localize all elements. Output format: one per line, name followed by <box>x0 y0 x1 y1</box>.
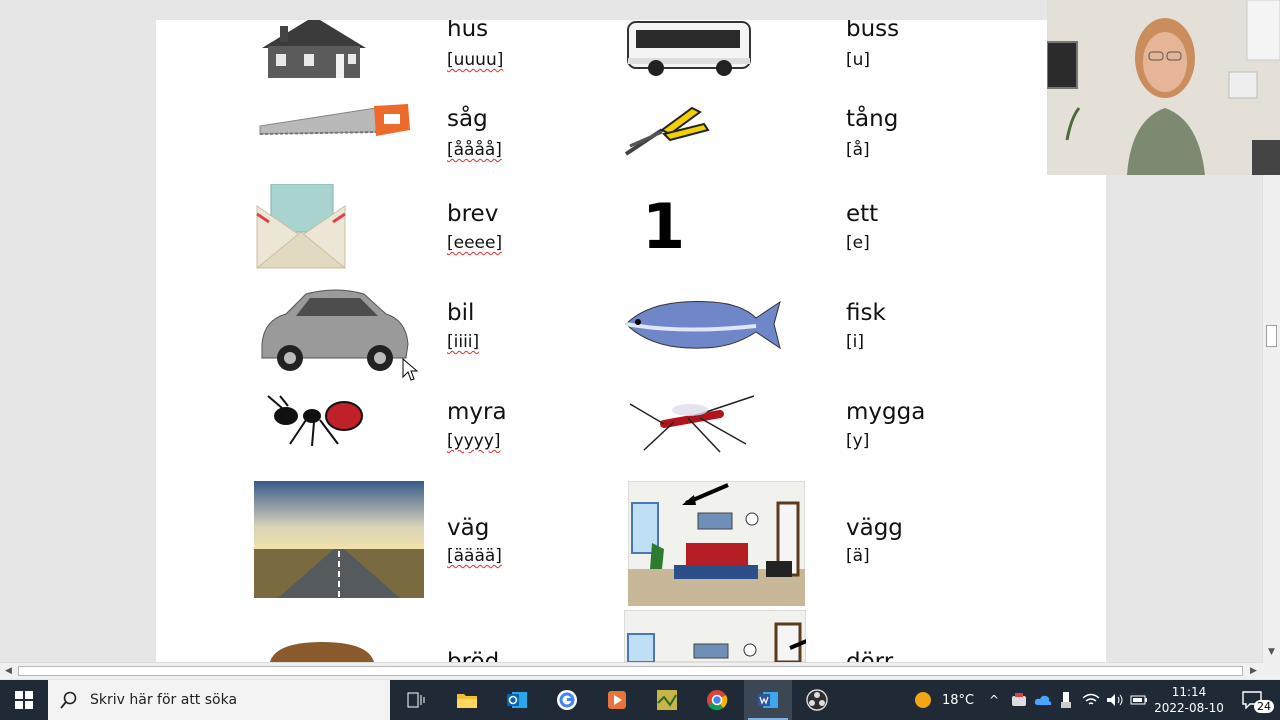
word-button[interactable] <box>744 680 792 720</box>
saw-picture <box>259 104 410 136</box>
document-page[interactable]: hus [uuuu] buss [u] såg [åååå] tång [å] … <box>156 20 1106 662</box>
vocab-word: ett <box>846 201 879 227</box>
show-hidden-icons-button[interactable]: ^ <box>986 680 1002 720</box>
file-explorer-icon <box>457 694 477 708</box>
vocab-sound: [yyyy] <box>447 431 501 451</box>
media-app-button[interactable] <box>598 680 636 720</box>
google-app-button[interactable] <box>548 680 586 720</box>
outlook-icon <box>507 692 527 708</box>
vocab-word: dörr <box>846 649 894 662</box>
letter-envelope-picture <box>255 184 347 269</box>
number-one-picture: 1 <box>642 190 686 263</box>
vocab-word: myra <box>447 399 507 425</box>
weather-button[interactable] <box>908 680 938 720</box>
vocab-word: vägg <box>846 515 903 541</box>
tray-app-icon <box>1012 693 1026 706</box>
vocab-sound: [ääää] <box>447 546 502 566</box>
car-picture <box>261 289 409 371</box>
vocab-sound: [uuuu] <box>447 50 504 70</box>
vocab-word: brev <box>447 201 499 227</box>
scroll-down-icon[interactable]: ▼ <box>1263 644 1280 661</box>
start-button[interactable] <box>0 680 48 720</box>
pliers-picture <box>624 106 710 156</box>
mosquito-picture <box>629 395 755 453</box>
speaker-icon <box>1107 694 1123 706</box>
temperature-text: 18°C <box>941 692 975 708</box>
clock[interactable]: 11:14 2022-08-10 <box>1152 680 1226 720</box>
vocab-sound: [e] <box>846 233 870 253</box>
vocab-sound: [å] <box>846 140 870 160</box>
wifi-icon <box>1082 693 1100 705</box>
mouse-cursor-icon <box>402 358 418 381</box>
scroll-right-icon[interactable]: ▶ <box>1245 663 1262 680</box>
ant-picture <box>267 395 363 447</box>
room-door-picture <box>624 610 806 662</box>
vertical-scroll-thumb[interactable] <box>1266 325 1277 347</box>
vocab-word: buss <box>846 20 900 42</box>
vocab-word: mygga <box>846 399 926 425</box>
volume-button[interactable] <box>1104 680 1126 720</box>
chrome-icon <box>707 690 728 711</box>
horizontal-scroll-thumb[interactable] <box>18 666 1243 676</box>
chrome-button[interactable] <box>698 680 736 720</box>
vocab-sound: [åååå] <box>447 140 502 160</box>
google-app-icon <box>557 690 577 710</box>
windows-taskbar: Skriv här för att söka 18°C ^ 11:14 2022… <box>0 680 1280 720</box>
vocab-word: fisk <box>846 300 886 326</box>
vocab-sound: [eeee] <box>447 233 503 253</box>
network-button[interactable] <box>1080 680 1102 720</box>
vocab-word: såg <box>447 106 488 132</box>
clock-date: 2022-08-10 <box>1154 701 1224 715</box>
usb-device-button[interactable] <box>1056 680 1076 720</box>
fish-picture <box>625 300 781 350</box>
file-explorer-button[interactable] <box>448 680 486 720</box>
clock-time: 11:14 <box>1171 685 1207 699</box>
obs-icon <box>806 689 828 711</box>
battery-icon <box>1130 695 1147 705</box>
bus-picture <box>627 21 751 76</box>
media-app-icon <box>608 691 626 709</box>
vocab-sound: [y] <box>846 431 870 451</box>
outlook-button[interactable] <box>498 680 536 720</box>
bread-picture <box>270 642 374 662</box>
horizontal-scrollbar[interactable]: ◀ ▶ <box>0 662 1263 679</box>
vocab-sound: [u] <box>846 50 871 70</box>
chevron-up-icon: ^ <box>988 693 1000 707</box>
house-picture <box>262 20 366 78</box>
sun-icon <box>915 692 931 708</box>
presenter-video <box>1047 0 1280 175</box>
vocab-word: väg <box>447 515 490 541</box>
notification-center-button[interactable]: 24 <box>1232 680 1274 720</box>
webcam-overlay <box>1047 0 1280 175</box>
obs-button[interactable] <box>798 680 836 720</box>
notification-badge: 24 <box>1254 700 1274 713</box>
scrollbar-corner <box>1263 662 1280 679</box>
usb-icon <box>1061 692 1071 708</box>
search-placeholder: Skriv här för att söka <box>90 692 238 708</box>
vocab-word: hus <box>447 20 489 42</box>
battery-button[interactable] <box>1128 680 1150 720</box>
tray-app[interactable] <box>1008 680 1030 720</box>
start-icon <box>15 691 33 709</box>
road-picture <box>254 481 424 598</box>
task-view-button[interactable] <box>398 680 434 720</box>
map-app-button[interactable] <box>648 680 686 720</box>
scroll-left-icon[interactable]: ◀ <box>0 663 17 680</box>
cloud-icon <box>1034 695 1052 705</box>
search-icon <box>60 691 77 709</box>
vocab-word: bil <box>447 300 475 326</box>
taskbar-search[interactable]: Skriv här för att söka <box>48 680 390 720</box>
map-app-icon <box>657 690 677 710</box>
room-wall-picture <box>628 481 805 606</box>
vocab-word: bröd <box>447 649 500 662</box>
vocab-sound: [i] <box>846 332 864 352</box>
vocab-word: tång <box>846 106 899 132</box>
onedrive-button[interactable] <box>1032 680 1054 720</box>
vocab-sound: [ä] <box>846 546 870 566</box>
temperature-readout[interactable]: 18°C <box>938 680 978 720</box>
task-view-icon <box>407 692 425 708</box>
vocab-sound: [iiii] <box>447 332 480 352</box>
word-icon <box>758 692 778 708</box>
